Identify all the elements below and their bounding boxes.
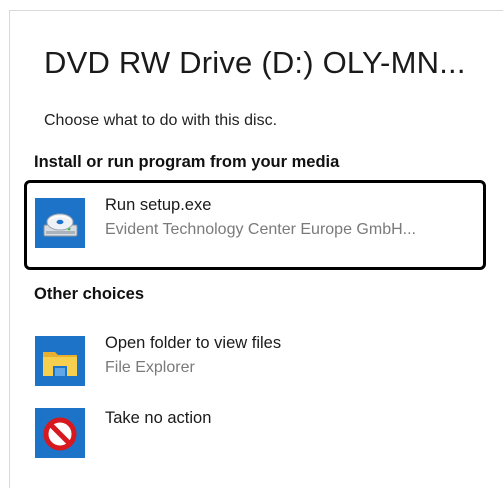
choice-open-folder[interactable]: Open folder to view files File Explorer (24, 318, 486, 402)
choice-title: Run setup.exe (105, 196, 212, 214)
choice-take-no-action[interactable]: Take no action (24, 393, 486, 477)
no-action-icon (35, 408, 85, 458)
choice-title: Take no action (105, 409, 212, 427)
choice-subtitle: Evident Technology Center Europe GmbH... (105, 221, 416, 238)
dialog-title: DVD RW Drive (D:) OLY-MN... (44, 45, 466, 80)
choice-run-setup[interactable]: Run setup.exe Evident Technology Center … (24, 180, 486, 270)
section-heading-install: Install or run program from your media (34, 153, 340, 171)
choice-title: Open folder to view files (105, 334, 282, 352)
dialog-prompt: Choose what to do with this disc. (44, 112, 278, 129)
choice-subtitle: File Explorer (105, 359, 195, 376)
disc-drive-icon (35, 198, 85, 248)
section-heading-other: Other choices (34, 285, 145, 303)
folder-icon (35, 336, 85, 386)
